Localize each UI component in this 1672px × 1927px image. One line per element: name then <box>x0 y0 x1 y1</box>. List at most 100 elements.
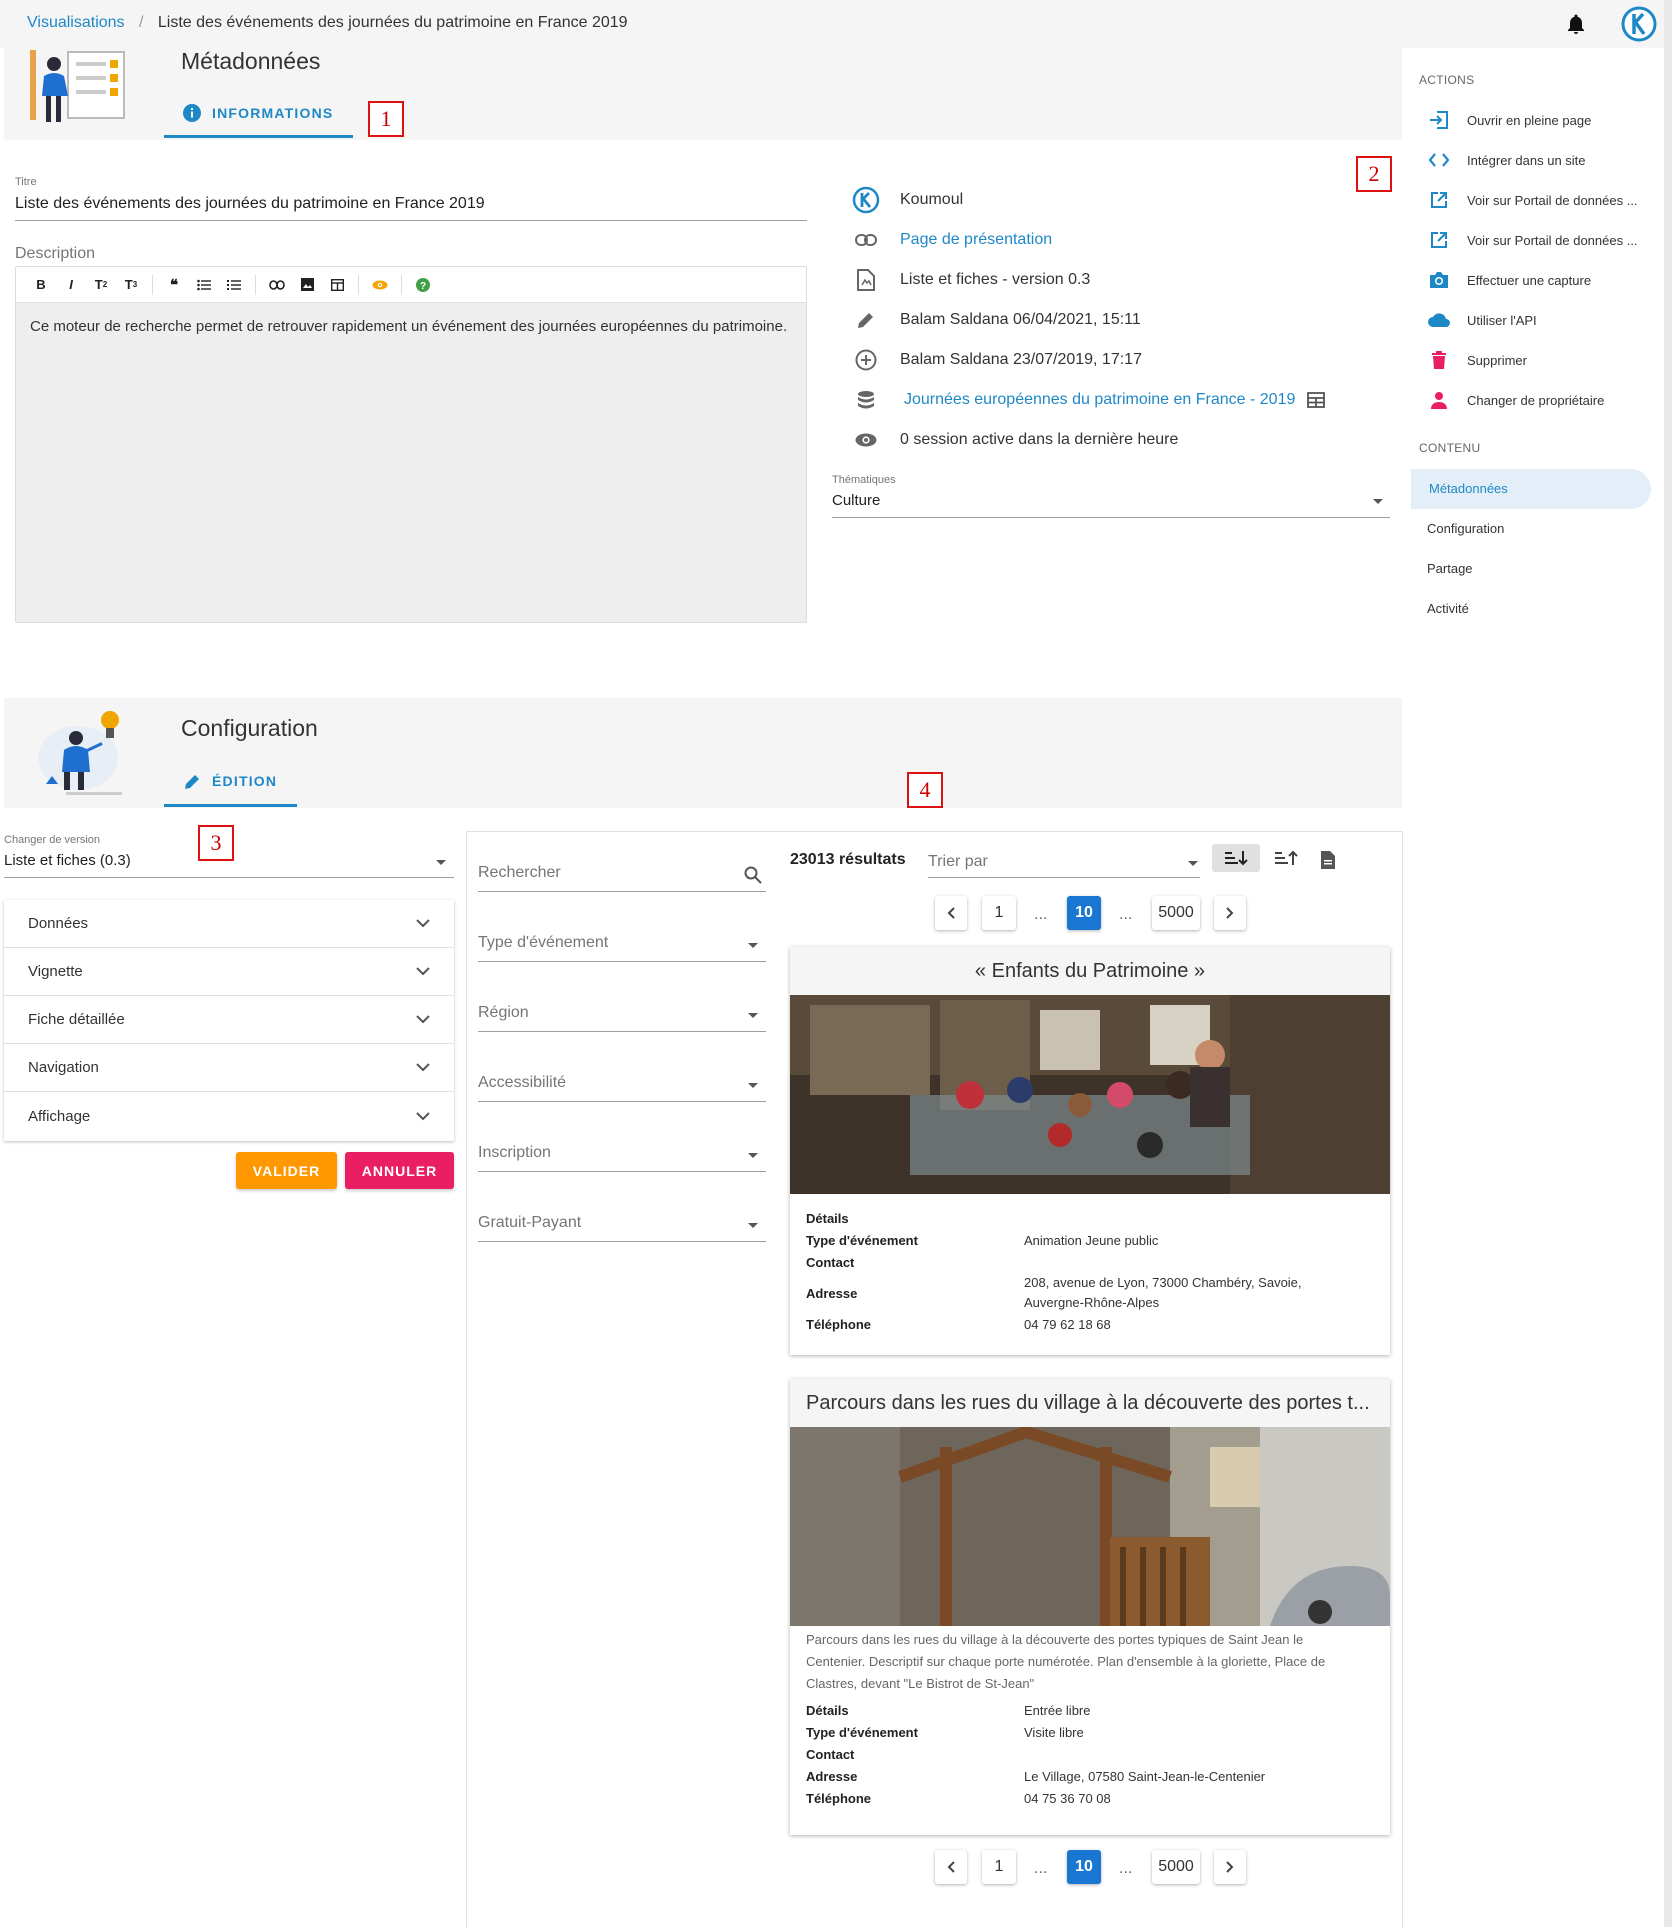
version-select[interactable]: Liste et fiches (0.3) <box>4 852 131 869</box>
results-count: 23013 résultats <box>790 851 906 868</box>
sidebar-item-activite[interactable]: Activité <box>1427 601 1469 616</box>
table-icon[interactable] <box>322 271 352 299</box>
quote-icon[interactable]: ❝ <box>159 271 189 299</box>
pagination-prev-button[interactable] <box>935 896 967 930</box>
sort-ascending-button[interactable] <box>1212 844 1260 872</box>
action-change-owner[interactable]: Changer de propriétaire <box>1427 385 1604 415</box>
page-scrollbar[interactable] <box>1664 0 1672 1927</box>
pagination-next-button[interactable] <box>1214 896 1246 930</box>
presentation-link[interactable]: Page de présentation <box>900 231 1052 249</box>
configuration-header: Configuration ÉDITION <box>4 698 1402 808</box>
filter-inscription[interactable]: Inscription <box>478 1144 766 1172</box>
tab-informations[interactable]: INFORMATIONS <box>182 103 333 123</box>
accordion-navigation[interactable]: Navigation <box>4 1044 454 1092</box>
details-value: Entrée libre <box>1024 1703 1091 1718</box>
heading2-button[interactable]: T2 <box>86 271 116 299</box>
dataset-row: Journées européennes du patrimoine en Fr… <box>852 386 1326 414</box>
export-document-icon[interactable] <box>1320 850 1336 870</box>
koumoul-logo-icon[interactable] <box>1621 6 1657 42</box>
configuration-illustration-icon <box>38 711 122 795</box>
pagination-last-button[interactable]: 5000 <box>1152 896 1200 930</box>
contact-label: Contact <box>806 1255 855 1270</box>
accordion-donnees[interactable]: Données <box>4 900 454 948</box>
result-card[interactable]: « Enfants du Patrimoine » Détails Type d… <box>790 947 1390 1355</box>
owner-row: Koumoul <box>852 186 963 214</box>
table-view-icon[interactable] <box>1307 392 1326 408</box>
search-icon[interactable] <box>744 866 762 884</box>
filter-type-evenement[interactable]: Type d'événement <box>478 934 766 962</box>
app-version-row: Liste et fiches - version 0.3 <box>852 266 1090 294</box>
page: Visualisations / Liste des événements de… <box>0 0 1672 1927</box>
pagination-prev-button[interactable] <box>935 1850 967 1884</box>
notification-bell-icon[interactable] <box>1564 12 1588 36</box>
add-circle-icon <box>855 349 877 371</box>
action-label: Changer de propriétaire <box>1467 392 1605 408</box>
heading3-button[interactable]: T3 <box>116 271 146 299</box>
filter-accessibilite[interactable]: Accessibilité <box>478 1074 766 1102</box>
action-label: Effectuer une capture <box>1467 272 1592 288</box>
address-label: Adresse <box>806 1769 858 1784</box>
action-label: Intégrer dans un site <box>1467 152 1586 168</box>
sort-select[interactable]: Trier par <box>928 853 1200 878</box>
phone-value: 04 75 36 70 08 <box>1024 1791 1111 1806</box>
action-capture[interactable]: Effectuer une capture <box>1427 265 1591 295</box>
breadcrumb-root-link[interactable]: Visualisations <box>27 14 125 31</box>
titre-input[interactable]: Liste des événements des journées du pat… <box>15 195 485 213</box>
toolbar-divider <box>255 274 256 295</box>
action-open-full-page[interactable]: Ouvrir en pleine page <box>1427 105 1591 135</box>
italic-button[interactable]: I <box>56 271 86 299</box>
image-icon[interactable] <box>292 271 322 299</box>
search-input[interactable]: Rechercher <box>478 864 766 892</box>
koumoul-owner-icon <box>852 186 880 214</box>
action-api[interactable]: Utiliser l'API <box>1427 305 1537 335</box>
pagination-first-button[interactable]: 1 <box>982 1850 1016 1884</box>
accordion-fiche-detaillee[interactable]: Fiche détaillée <box>4 996 454 1044</box>
description-text[interactable]: Ce moteur de recherche permet de retrouv… <box>30 315 790 339</box>
address-value-line1: 208, avenue de Lyon, 73000 Chambéry, Sav… <box>1024 1275 1302 1290</box>
help-icon[interactable]: ? <box>408 271 438 299</box>
chevron-left-icon <box>947 907 955 919</box>
action-embed[interactable]: Intégrer dans un site <box>1427 145 1586 175</box>
filter-gratuit-payant[interactable]: Gratuit-Payant <box>478 1214 766 1242</box>
dataset-link[interactable]: Journées européennes du patrimoine en Fr… <box>904 391 1295 409</box>
numbered-list-icon[interactable] <box>219 271 249 299</box>
action-portal-2[interactable]: Voir sur Portail de données ... <box>1427 225 1638 255</box>
action-portal-1[interactable]: Voir sur Portail de données ... <box>1427 185 1638 215</box>
result-card[interactable]: Parcours dans les rues du village à la d… <box>790 1379 1390 1835</box>
address-label: Adresse <box>806 1286 858 1301</box>
thematiques-dropdown-icon[interactable] <box>1373 499 1383 504</box>
sidebar-item-configuration[interactable]: Configuration <box>1427 521 1504 536</box>
validate-button[interactable]: VALIDER <box>236 1152 337 1189</box>
cancel-button[interactable]: ANNULER <box>345 1152 454 1189</box>
version-dropdown-icon[interactable] <box>436 860 446 865</box>
sessions-row: 0 session active dans la dernière heure <box>852 426 1178 454</box>
pagination-first-button[interactable]: 1 <box>982 896 1016 930</box>
database-icon <box>858 391 874 409</box>
filter-region[interactable]: Région <box>478 1004 766 1032</box>
accordion-label: Fiche détaillée <box>28 1011 125 1028</box>
preview-eye-icon[interactable] <box>365 271 395 299</box>
link-icon[interactable] <box>262 271 292 299</box>
accordion-vignette[interactable]: Vignette <box>4 948 454 996</box>
sidebar-item-metadonnees[interactable]: Métadonnées <box>1429 481 1508 496</box>
info-icon <box>183 104 201 122</box>
tab-edition[interactable]: ÉDITION <box>184 772 277 790</box>
accordion-affichage[interactable]: Affichage <box>4 1092 454 1140</box>
pagination-last-button[interactable]: 5000 <box>1152 1850 1200 1884</box>
updated-info: Balam Saldana 06/04/2021, 15:11 <box>900 311 1141 328</box>
breadcrumb-separator: / <box>139 14 144 31</box>
action-label: Supprimer <box>1467 352 1527 368</box>
bullet-list-icon[interactable] <box>189 271 219 299</box>
sort-descending-button[interactable] <box>1262 844 1310 872</box>
action-delete[interactable]: Supprimer <box>1427 345 1527 375</box>
pagination-next-button[interactable] <box>1214 1850 1246 1884</box>
card-title: « Enfants du Patrimoine » <box>790 947 1390 995</box>
bold-button[interactable]: B <box>26 271 56 299</box>
pagination-current-button[interactable]: 10 <box>1067 896 1101 930</box>
svg-text:?: ? <box>420 281 426 292</box>
annotation-2: 2 <box>1356 156 1392 192</box>
thematiques-select[interactable]: Culture <box>832 492 880 509</box>
sidebar-item-partage[interactable]: Partage <box>1427 561 1473 576</box>
pagination-current-button[interactable]: 10 <box>1067 1850 1101 1884</box>
accordion-label: Affichage <box>28 1107 91 1125</box>
